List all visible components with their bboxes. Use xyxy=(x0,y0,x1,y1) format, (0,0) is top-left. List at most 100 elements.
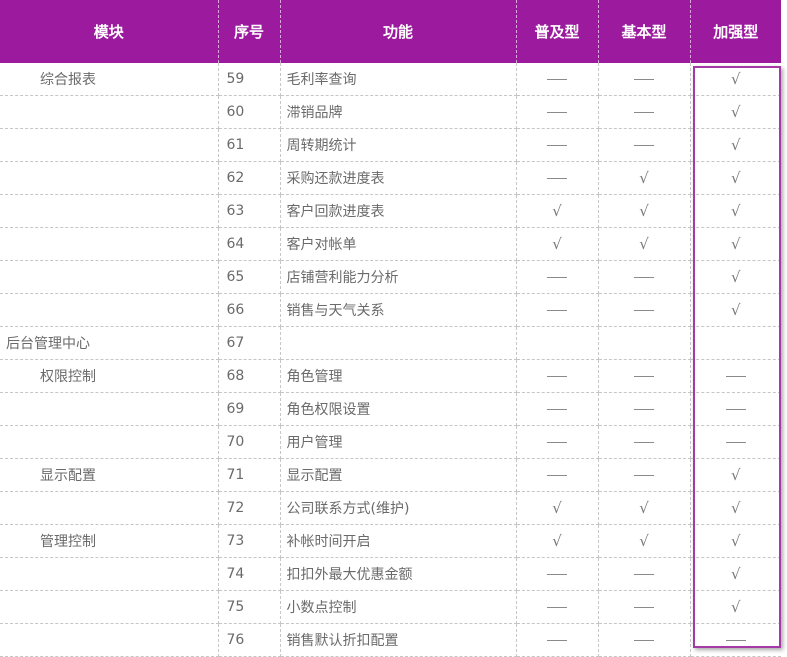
standard-edition-cell xyxy=(598,623,691,657)
dash-icon xyxy=(547,441,567,443)
table-row: 管理控制 73 补帐时间开启 √ √ √ xyxy=(0,524,781,558)
standard-edition-cell xyxy=(598,392,691,426)
standard-edition-cell: √ xyxy=(598,491,691,525)
enhanced-edition-cell xyxy=(690,623,781,657)
basic-edition-cell xyxy=(516,458,599,492)
check-icon: √ xyxy=(730,103,741,121)
number-cell: 71 xyxy=(218,458,281,492)
number-cell: 66 xyxy=(218,293,281,327)
enhanced-edition-cell: √ xyxy=(690,524,781,558)
function-cell: 角色管理 xyxy=(280,359,517,393)
check-icon: √ xyxy=(639,169,649,187)
check-icon: √ xyxy=(730,70,741,88)
check-icon: √ xyxy=(730,169,741,187)
function-cell: 小数点控制 xyxy=(280,590,517,624)
dash-icon xyxy=(547,408,567,410)
basic-edition-cell xyxy=(516,260,599,294)
function-cell: 周转期统计 xyxy=(280,128,517,162)
number-cell: 76 xyxy=(218,623,281,657)
number-cell: 62 xyxy=(218,161,281,195)
module-cell xyxy=(0,227,219,261)
module-cell xyxy=(0,194,219,228)
check-icon: √ xyxy=(730,268,741,286)
standard-edition-cell xyxy=(598,260,691,294)
number-cell: 69 xyxy=(218,392,281,426)
check-icon: √ xyxy=(730,598,741,616)
module-cell xyxy=(0,557,219,591)
number-cell: 63 xyxy=(218,194,281,228)
basic-edition-cell xyxy=(516,425,599,459)
table-row: 76 销售默认折扣配置 xyxy=(0,623,781,657)
dash-icon xyxy=(547,639,567,641)
check-icon: √ xyxy=(639,499,649,517)
dash-icon xyxy=(634,606,654,608)
number-cell: 75 xyxy=(218,590,281,624)
module-cell: 后台管理中心 xyxy=(0,326,219,360)
table-row: 66 销售与天气关系 √ xyxy=(0,293,781,327)
dash-icon xyxy=(547,144,567,146)
number-cell: 64 xyxy=(218,227,281,261)
basic-edition-cell xyxy=(516,95,599,129)
basic-edition-cell: √ xyxy=(516,491,599,525)
dash-icon xyxy=(725,408,746,410)
function-cell: 用户管理 xyxy=(280,425,517,459)
basic-edition-cell: √ xyxy=(516,524,599,558)
dash-icon xyxy=(634,573,654,575)
standard-edition-cell: √ xyxy=(598,227,691,261)
function-cell: 销售默认折扣配置 xyxy=(280,623,517,657)
dash-icon xyxy=(547,276,567,278)
basic-edition-cell xyxy=(516,63,599,96)
check-icon: √ xyxy=(730,565,741,583)
dash-icon xyxy=(547,474,567,476)
standard-edition-cell: √ xyxy=(598,161,691,195)
number-cell: 68 xyxy=(218,359,281,393)
check-icon: √ xyxy=(730,136,741,154)
check-icon: √ xyxy=(639,532,649,550)
number-cell: 73 xyxy=(218,524,281,558)
number-cell: 70 xyxy=(218,425,281,459)
enhanced-edition-cell: √ xyxy=(690,260,781,294)
table-row: 权限控制 68 角色管理 xyxy=(0,359,781,393)
standard-edition-cell xyxy=(598,590,691,624)
module-cell xyxy=(0,128,219,162)
standard-edition-cell xyxy=(598,326,691,360)
check-icon: √ xyxy=(730,202,741,220)
dash-icon xyxy=(634,111,654,113)
function-cell: 角色权限设置 xyxy=(280,392,517,426)
basic-edition-cell xyxy=(516,590,599,624)
check-icon: √ xyxy=(552,532,562,550)
header-function: 功能 xyxy=(280,0,517,63)
dash-icon xyxy=(634,78,654,80)
enhanced-edition-cell: √ xyxy=(690,458,781,492)
module-cell xyxy=(0,161,219,195)
table-row: 显示配置 71 显示配置 √ xyxy=(0,458,781,492)
enhanced-edition-cell: √ xyxy=(690,128,781,162)
check-icon: √ xyxy=(730,532,741,550)
dash-icon xyxy=(634,408,654,410)
function-cell: 采购还款进度表 xyxy=(280,161,517,195)
dash-icon xyxy=(725,375,746,377)
number-cell: 74 xyxy=(218,557,281,591)
function-cell: 补帐时间开启 xyxy=(280,524,517,558)
number-cell: 67 xyxy=(218,326,281,360)
table-row: 62 采购还款进度表 √ √ xyxy=(0,161,781,195)
dash-icon xyxy=(547,375,567,377)
function-cell: 毛利率查询 xyxy=(280,63,517,96)
dash-icon xyxy=(634,474,654,476)
enhanced-edition-cell: √ xyxy=(690,63,781,96)
check-icon: √ xyxy=(639,202,649,220)
enhanced-edition-cell: √ xyxy=(690,491,781,525)
function-cell: 扣扣外最大优惠金额 xyxy=(280,557,517,591)
module-cell xyxy=(0,425,219,459)
module-cell xyxy=(0,260,219,294)
standard-edition-cell: √ xyxy=(598,524,691,558)
table-row: 70 用户管理 xyxy=(0,425,781,459)
module-cell xyxy=(0,293,219,327)
number-cell: 61 xyxy=(218,128,281,162)
check-icon: √ xyxy=(639,235,649,253)
dash-icon xyxy=(547,111,567,113)
feature-comparison-table: 模块 序号 功能 普及型 基本型 加强型 综合报表 59 毛利率查询 √ 60 滞销品牌 √… xyxy=(0,0,781,657)
table-row: 74 扣扣外最大优惠金额 √ xyxy=(0,557,781,591)
standard-edition-cell: √ xyxy=(598,194,691,228)
table-body: 综合报表 59 毛利率查询 √ 60 滞销品牌 √ 61 周转期统计 √ 62 采购还款进度表 √ √ 63… xyxy=(0,63,781,657)
